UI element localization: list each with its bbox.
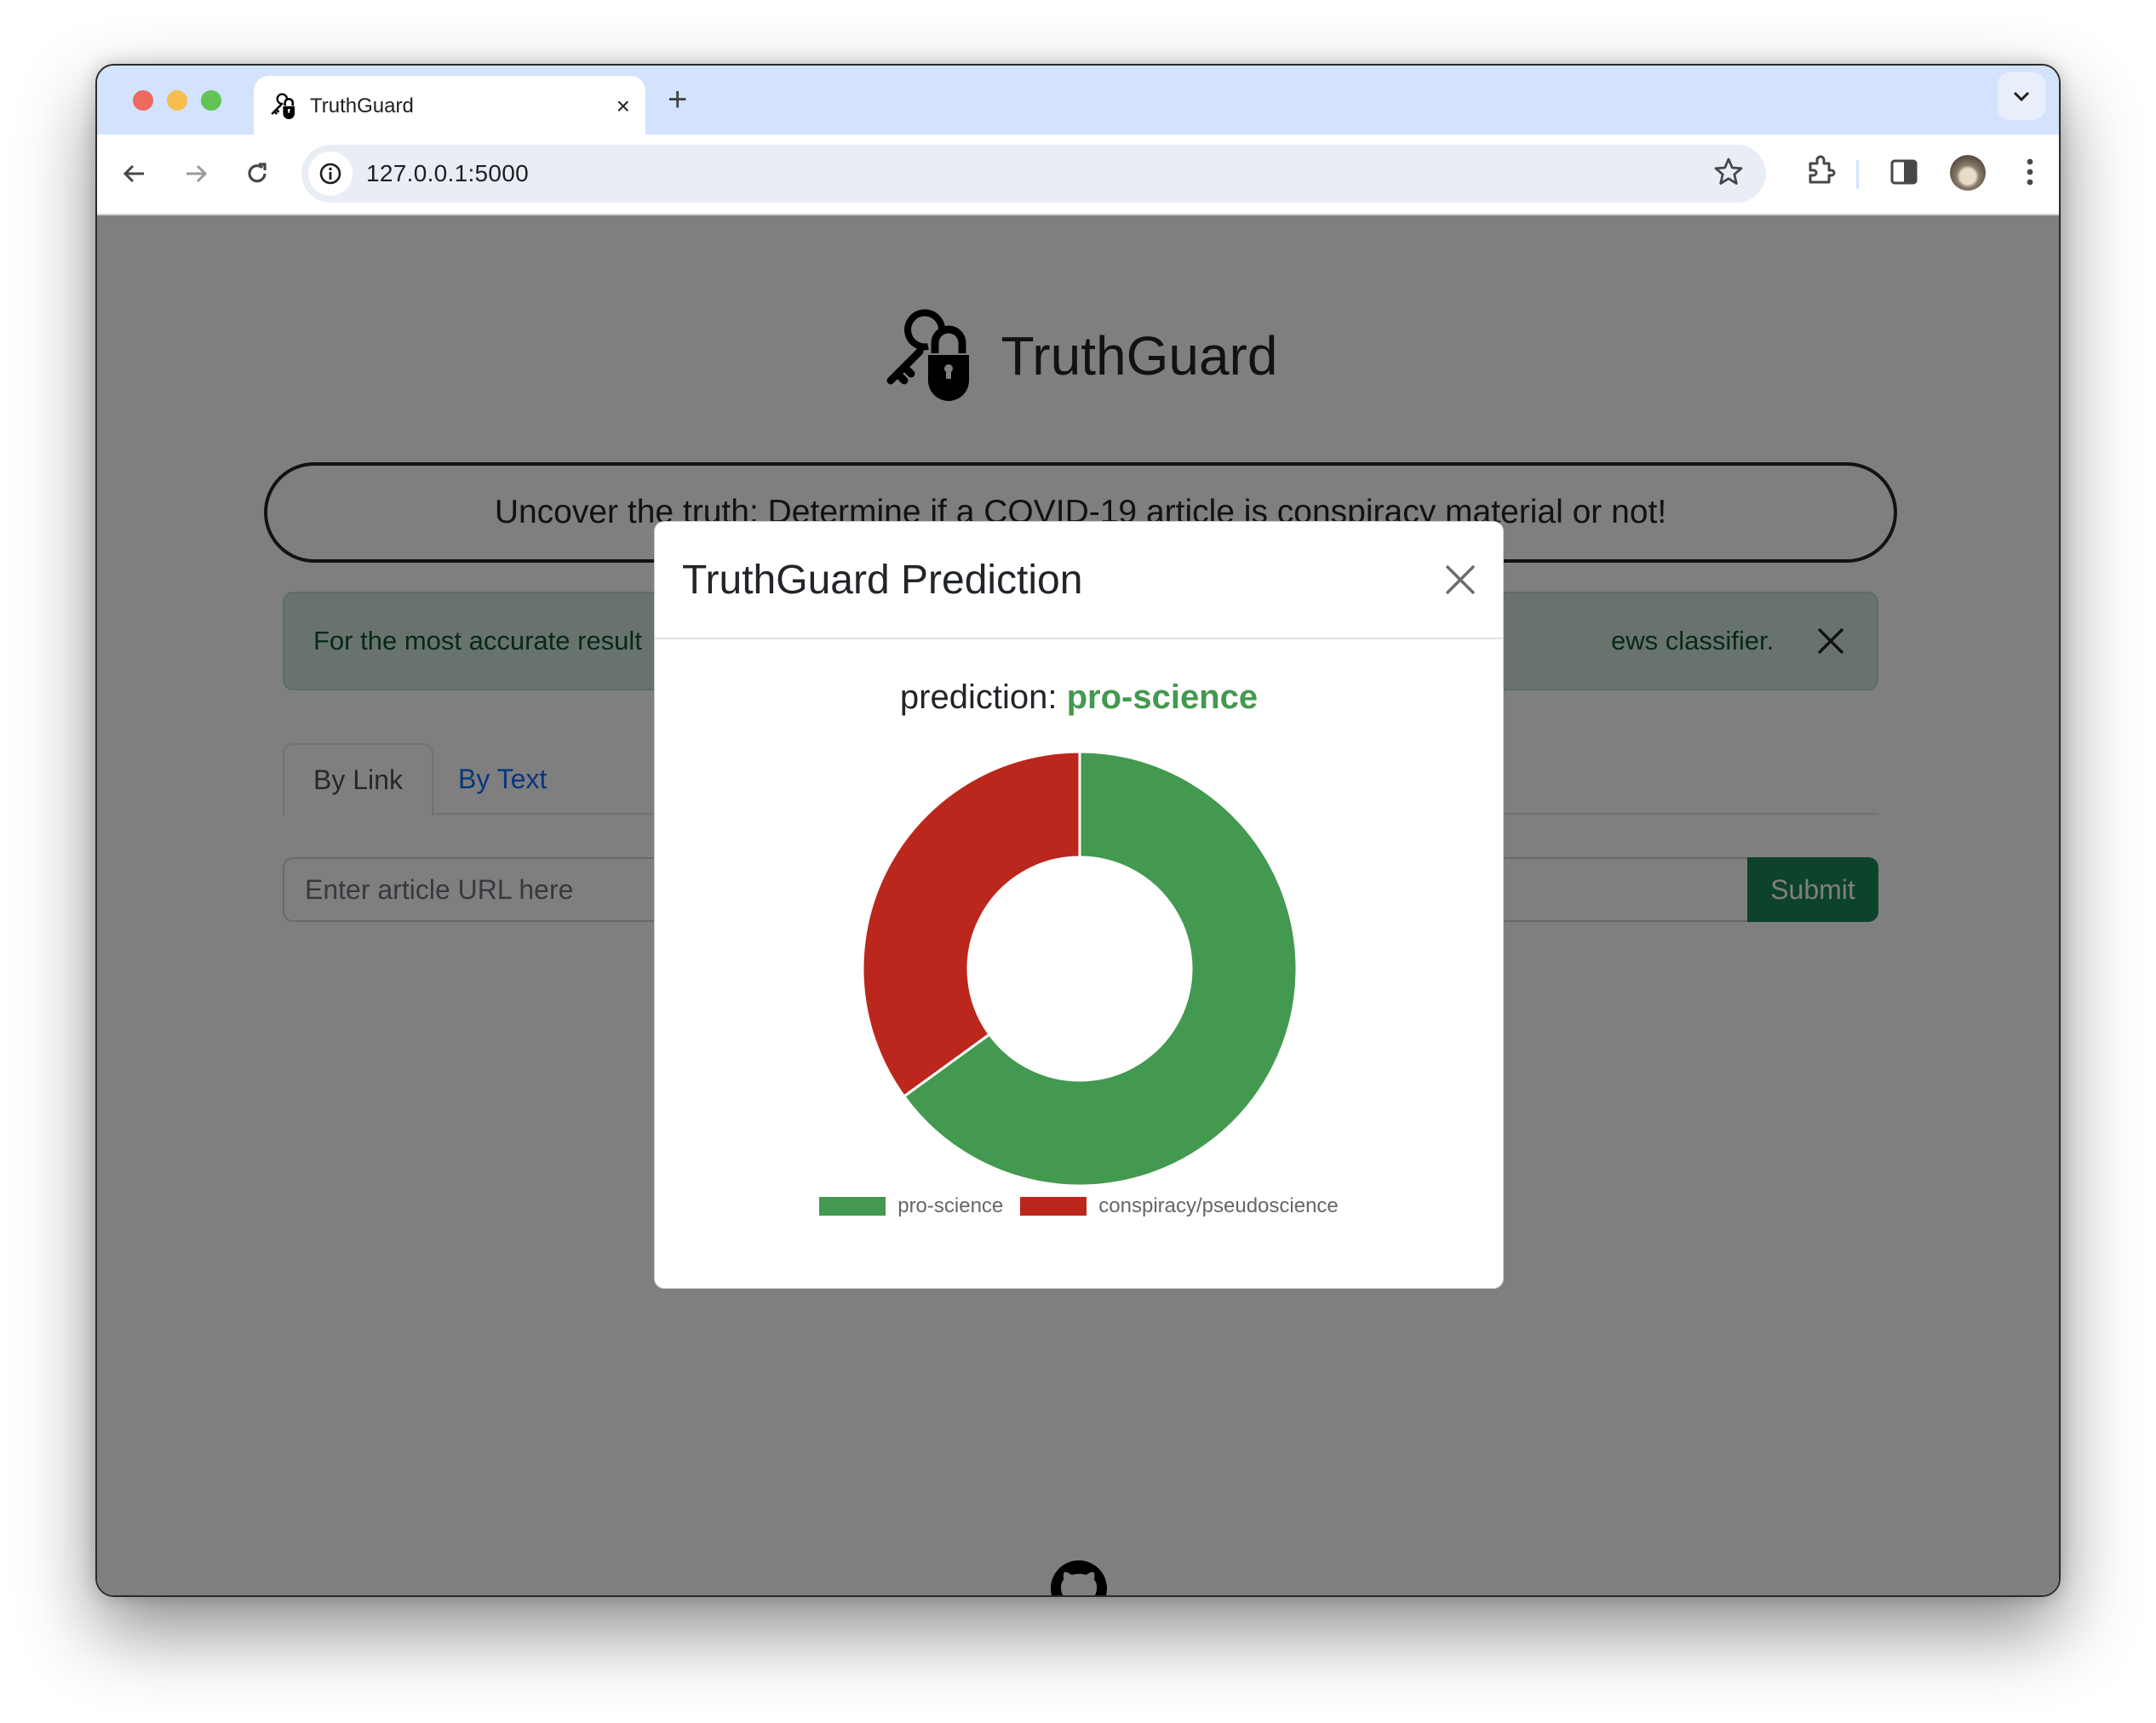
donut-slice-conspiracy-pseudoscience[interactable] bbox=[861, 750, 1081, 1098]
prediction-label: prediction: bbox=[899, 678, 1058, 716]
bookmark-button[interactable] bbox=[1712, 155, 1746, 193]
bookmark-star-icon bbox=[1714, 157, 1743, 185]
legend-label: conspiracy/pseudoscience bbox=[1098, 1194, 1339, 1217]
chevron-down-icon bbox=[2013, 91, 2030, 102]
legend-swatch bbox=[1020, 1197, 1087, 1216]
legend-label: pro-science bbox=[897, 1194, 1004, 1217]
reload-icon bbox=[248, 163, 267, 183]
legend-item[interactable]: pro-science bbox=[819, 1194, 1003, 1218]
forward-arrow-icon bbox=[186, 164, 208, 183]
reload-button[interactable] bbox=[237, 153, 278, 194]
back-arrow-icon bbox=[123, 164, 144, 183]
forward-button[interactable] bbox=[175, 153, 216, 194]
extensions-button[interactable] bbox=[1802, 153, 1839, 195]
site-info-button[interactable] bbox=[308, 152, 353, 196]
url-text[interactable]: 127.0.0.1:5000 bbox=[366, 160, 529, 187]
close-window-button[interactable] bbox=[133, 90, 153, 111]
toolbar-separator bbox=[1856, 160, 1859, 189]
back-button[interactable] bbox=[114, 153, 155, 194]
extensions-puzzle-icon bbox=[1809, 155, 1836, 184]
browser-window: TruthGuard × + 127.0.0.1:5000 Enter arti… bbox=[95, 64, 2061, 1597]
side-panel-button[interactable] bbox=[1885, 153, 1923, 195]
tab-strip: TruthGuard × + bbox=[97, 66, 2059, 137]
new-tab-button[interactable]: + bbox=[668, 77, 687, 122]
prediction-modal: TruthGuard Prediction prediction: pro-sc… bbox=[654, 521, 1504, 1289]
address-bar[interactable]: 127.0.0.1:5000 bbox=[301, 145, 1766, 203]
prediction-line: prediction: pro-science bbox=[655, 678, 1503, 717]
legend-swatch bbox=[819, 1197, 886, 1216]
maximize-window-button[interactable] bbox=[201, 90, 221, 111]
site-info-icon bbox=[319, 163, 341, 185]
prediction-value: pro-science bbox=[1066, 678, 1259, 716]
modal-header: TruthGuard Prediction bbox=[655, 522, 1503, 639]
side-panel-icon bbox=[1890, 159, 1918, 185]
tab-close-icon[interactable]: × bbox=[616, 93, 630, 120]
tab-title: TruthGuard bbox=[310, 94, 414, 117]
prediction-donut-chart bbox=[861, 750, 1299, 1188]
browser-tab-truthguard[interactable]: TruthGuard × bbox=[254, 76, 645, 137]
minimize-window-button[interactable] bbox=[167, 90, 187, 111]
browser-toolbar: 127.0.0.1:5000 bbox=[97, 135, 2059, 215]
modal-title: TruthGuard Prediction bbox=[682, 557, 1083, 603]
legend-item[interactable]: conspiracy/pseudoscience bbox=[1020, 1194, 1339, 1218]
more-vert-icon bbox=[2027, 158, 2033, 186]
tab-search-button[interactable] bbox=[1998, 72, 2045, 120]
profile-avatar[interactable] bbox=[1950, 155, 1986, 191]
chart-legend: pro-science conspiracy/pseudoscience bbox=[655, 1194, 1503, 1218]
key-lock-favicon-icon bbox=[271, 93, 295, 120]
modal-close-icon[interactable] bbox=[1442, 561, 1479, 598]
more-menu-button[interactable] bbox=[2011, 153, 2049, 195]
page-content: TruthGuard Uncover the truth: Determine … bbox=[97, 215, 2059, 1595]
